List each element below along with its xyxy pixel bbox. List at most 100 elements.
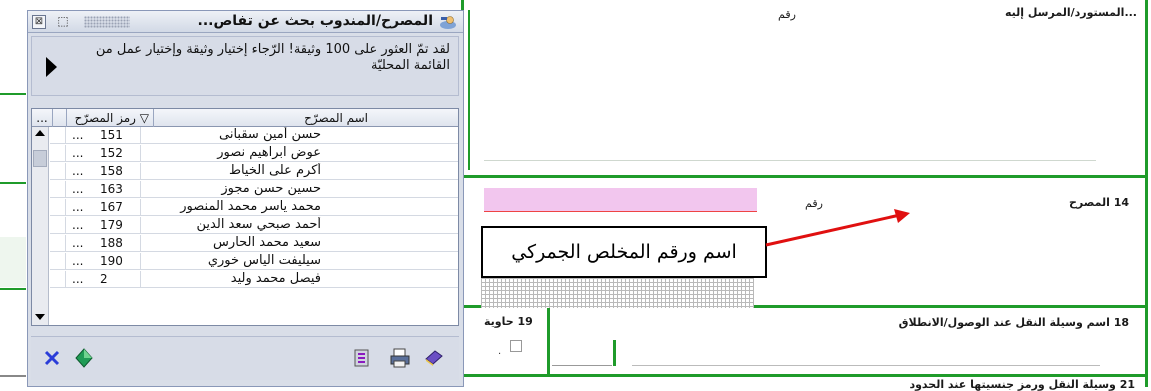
- table-row[interactable]: ... 158 أكرم على الخياط: [50, 163, 458, 180]
- declarant-code: 2: [100, 272, 108, 286]
- code-dots: ...: [72, 146, 84, 160]
- table-row[interactable]: ... 2 فيصل محمد وليد: [50, 271, 458, 288]
- declarant-code: 167: [100, 200, 123, 214]
- declarant-name: فيصل محمد وليد: [230, 271, 321, 286]
- code-cell: ... 188: [66, 235, 141, 252]
- checkbox-dot: .: [498, 346, 502, 357]
- callout-arrow-icon: [765, 209, 910, 247]
- diamond-icon[interactable]: [73, 347, 95, 369]
- table-row-partial[interactable]: [50, 289, 458, 307]
- code-cell: ... 2: [66, 271, 141, 288]
- code-dots: ...: [72, 182, 84, 196]
- column-header-code-label: ▽ رمز المصرّح: [74, 111, 149, 125]
- declarant-code: 151: [100, 128, 123, 142]
- code-dots: ...: [72, 128, 84, 142]
- declarant-code: 158: [100, 164, 123, 178]
- top-number-label: رقم: [778, 8, 796, 21]
- scroll-up-icon[interactable]: [35, 130, 45, 136]
- table-row[interactable]: ... 167 محمد ياسر محمد المنصور: [50, 199, 458, 216]
- row-marker: [50, 127, 66, 144]
- declarant-name: سيليفت الياس خوري: [207, 253, 321, 268]
- declarant-name: حسن أمين سقبانى: [219, 127, 321, 142]
- top-field-underline: [484, 160, 1096, 161]
- code-dots: ...: [72, 200, 84, 214]
- table-row[interactable]: ... 190 سيليفت الياس خوري: [50, 253, 458, 270]
- form-divider-3: [461, 374, 1148, 377]
- declarant-code: 188: [100, 236, 123, 250]
- container-checkbox[interactable]: [510, 340, 522, 352]
- code-cell: ... 152: [66, 145, 141, 162]
- cancel-x-icon[interactable]: [41, 347, 63, 369]
- row-marker: [50, 235, 66, 252]
- table-row[interactable]: ... 188 سعيد محمد الحارس: [50, 235, 458, 252]
- code-dots: ...: [72, 236, 84, 250]
- left-panel-fill: [0, 237, 26, 287]
- declarant-code: 163: [100, 182, 123, 196]
- results-grid: ... ▽ رمز المصرّح اسم المصرّح ... 151 حسن …: [31, 108, 459, 326]
- field-18-separator: [613, 340, 616, 366]
- window-titlebar[interactable]: ⊠ ⬚ المصرح/المندوب بحث عن تفاص...: [28, 11, 463, 33]
- field-19-label: 19 حاوية: [484, 315, 533, 328]
- scroll-thumb[interactable]: [33, 150, 47, 167]
- row-marker: [50, 163, 66, 180]
- left-panel-line-1: [0, 93, 26, 95]
- column-header-extra[interactable]: ...: [32, 109, 52, 127]
- code-cell: ... 179: [66, 217, 141, 234]
- pin-icon[interactable]: ⬚: [56, 15, 70, 29]
- code-cell: ... 163: [66, 181, 141, 198]
- code-cell: ... 167: [66, 199, 141, 216]
- window-title: المصرح/المندوب بحث عن تفاص...: [197, 13, 434, 29]
- left-panel-line-3: [0, 288, 26, 290]
- declarant-code: 179: [100, 218, 123, 232]
- form-frame-right: [1145, 0, 1148, 387]
- declarant-search-window: ⊠ ⬚ المصرح/المندوب بحث عن تفاص... لقد تم…: [27, 10, 464, 387]
- annotation-callout: اسم ورقم المخلص الجمركي: [481, 226, 767, 278]
- declarant-name-field[interactable]: [484, 188, 757, 212]
- close-window-icon[interactable]: ⊠: [32, 15, 46, 29]
- table-row[interactable]: ... 151 حسن أمين سقبانى: [50, 127, 458, 144]
- field-18-input-a[interactable]: [552, 365, 612, 366]
- book-icon[interactable]: [423, 347, 445, 369]
- row-marker: [50, 199, 66, 216]
- table-row[interactable]: ... 152 عوض ابراهيم نصور: [50, 145, 458, 162]
- title-grip-pattern: [84, 16, 130, 28]
- scroll-down-icon[interactable]: [35, 314, 45, 320]
- form-divider-vertical: [547, 305, 550, 375]
- code-dots: ...: [72, 218, 84, 232]
- form-inner-frame: [468, 10, 470, 170]
- code-cell: ... 190: [66, 253, 141, 270]
- grid-scrollbar[interactable]: [32, 127, 49, 325]
- row-marker: [50, 271, 66, 288]
- declarant-name: أكرم على الخياط: [228, 163, 321, 178]
- top-heading-fragment: ...المستورد/المرسل إليه: [1004, 6, 1137, 19]
- column-header-code[interactable]: ▽ رمز المصرّح: [66, 109, 153, 127]
- form-divider-1: [461, 175, 1148, 178]
- printer-icon[interactable]: [389, 347, 411, 369]
- field-21-label: 21 وسيلة النقل ورمز جنسيتها عند الحدود: [909, 378, 1135, 391]
- field-14-label: 14 المصرح: [1068, 196, 1129, 209]
- code-dots: ...: [72, 272, 84, 286]
- window-toolbar: [31, 336, 459, 380]
- play-icon[interactable]: [46, 57, 57, 77]
- document-stack-icon[interactable]: [351, 347, 373, 369]
- grid-header: ... ▽ رمز المصرّح اسم المصرّح: [32, 109, 458, 127]
- table-row[interactable]: ... 179 أحمد صبحي سعد الدين: [50, 217, 458, 234]
- declarant-name: عوض ابراهيم نصور: [217, 145, 321, 160]
- row-marker: [50, 181, 66, 198]
- column-header-name-label: اسم المصرّح: [304, 111, 368, 125]
- code-cell: ... 158: [66, 163, 141, 180]
- row-marker: [50, 145, 66, 162]
- declarant-code: 190: [100, 254, 123, 268]
- column-header-extra-label: ...: [36, 111, 48, 125]
- field-18-input-b[interactable]: [632, 365, 1100, 366]
- table-row[interactable]: ... 163 حسين حسن مجوز: [50, 181, 458, 198]
- code-dots: ...: [72, 164, 84, 178]
- column-header-name[interactable]: اسم المصرّح: [153, 109, 458, 127]
- message-bar: لقد تمّ العثور على 100 وثيقة! الرّجاء إخ…: [31, 36, 459, 96]
- left-panel-line-2: [0, 182, 26, 184]
- column-header-extra-2[interactable]: [52, 109, 66, 127]
- search-result-message: لقد تمّ العثور على 100 وثيقة! الرّجاء إخ…: [95, 42, 450, 73]
- left-panel-line-4: [0, 375, 26, 377]
- callout-text: اسم ورقم المخلص الجمركي: [511, 241, 737, 263]
- search-person-icon: [440, 16, 456, 29]
